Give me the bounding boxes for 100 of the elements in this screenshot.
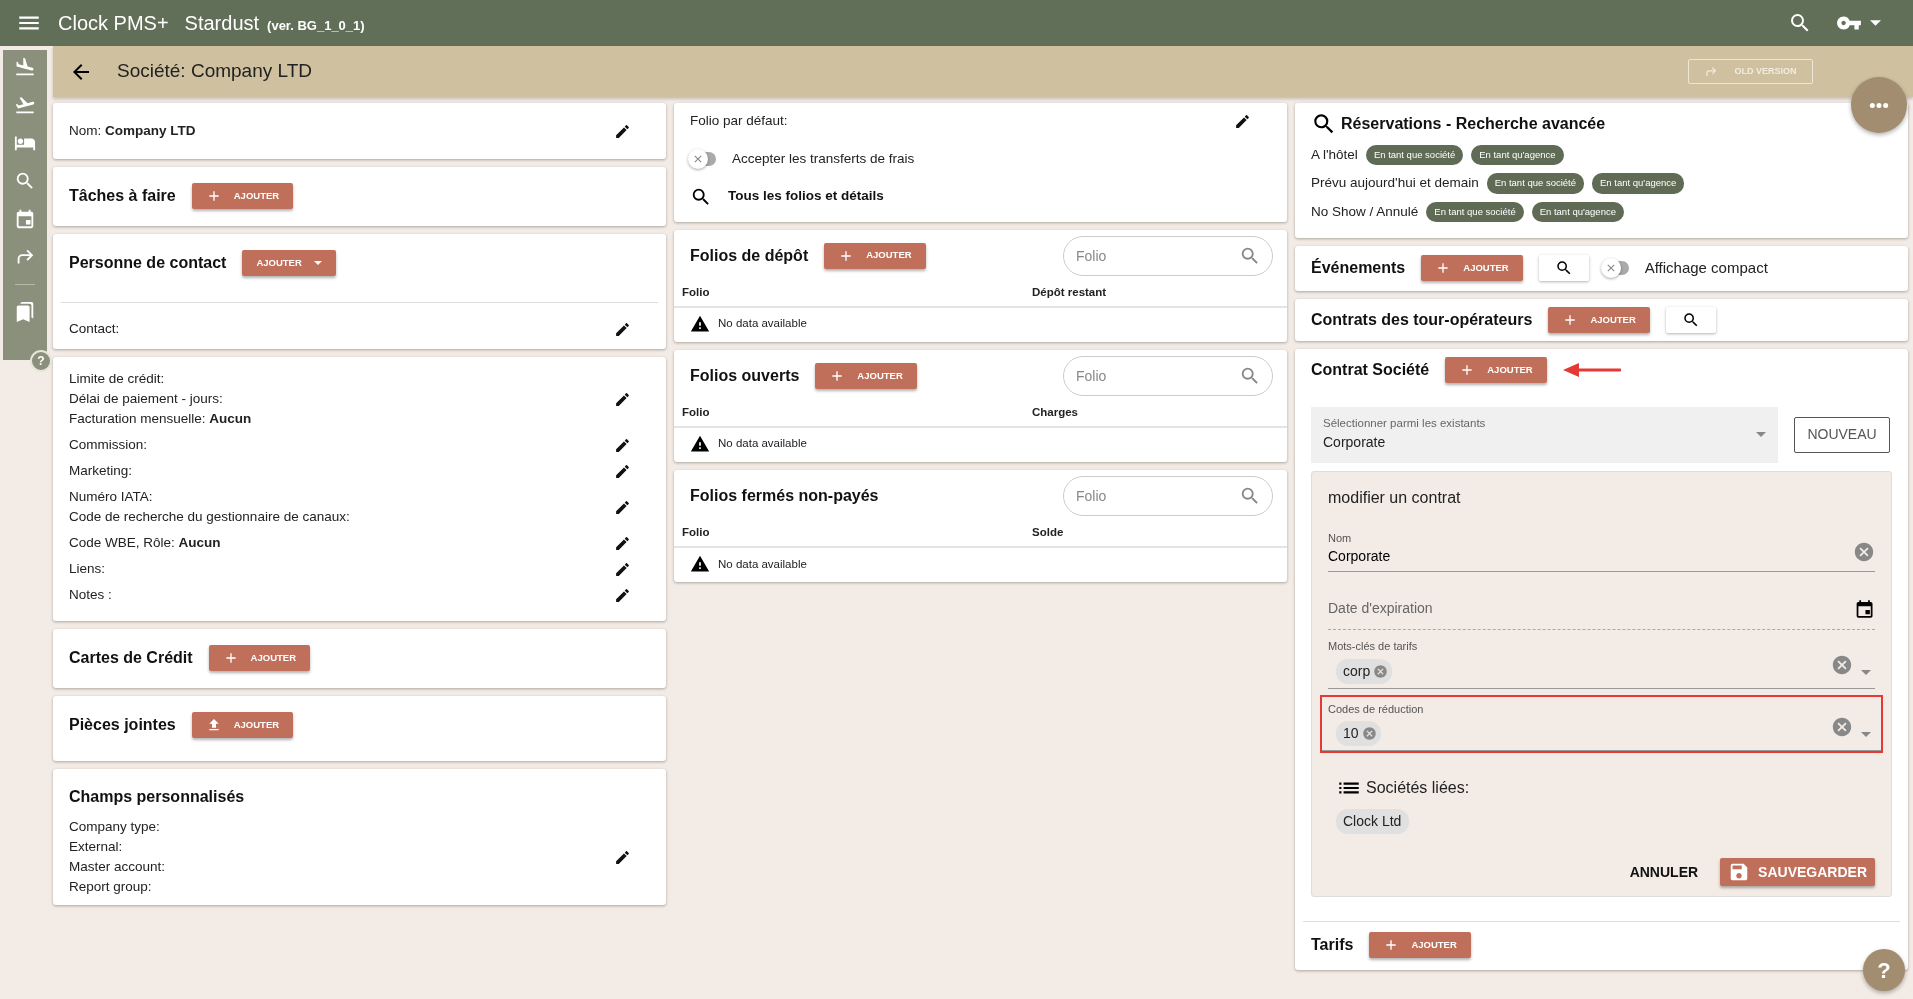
- toggle-label: Accepter les transferts de frais: [732, 150, 915, 169]
- edit-icon[interactable]: [614, 320, 631, 338]
- filter-chip[interactable]: En tant que société: [1426, 201, 1524, 222]
- edit-icon[interactable]: [614, 122, 631, 140]
- add-button[interactable]: AJOUTER: [1421, 255, 1523, 282]
- clear-icon[interactable]: [1831, 716, 1853, 739]
- select-field[interactable]: Sélectionner parmi les existants Corporate: [1311, 406, 1778, 463]
- remove-icon[interactable]: [1361, 726, 1377, 742]
- card-title: Folios fermés non-payés: [690, 486, 879, 506]
- column-header: Folio: [682, 525, 711, 540]
- search-button[interactable]: [1538, 255, 1589, 282]
- default-folio-label: Folio par défaut:: [690, 112, 788, 130]
- card-title: Champs personnalisés: [69, 787, 246, 808]
- search-icon: [1239, 485, 1261, 507]
- help-button[interactable]: ?: [1863, 949, 1905, 991]
- section-title: Sociétés liées:: [1366, 778, 1470, 799]
- version-label: (ver. BG_1_0_1): [267, 17, 365, 35]
- x-icon: [694, 155, 702, 164]
- new-button[interactable]: NOUVEAU: [1794, 416, 1890, 453]
- empty-message: No data available: [718, 556, 807, 572]
- field-value: Corporate: [1323, 433, 1387, 453]
- add-button[interactable]: AJOUTER: [824, 242, 926, 269]
- edit-icon[interactable]: [614, 390, 631, 408]
- search-button[interactable]: [1665, 306, 1716, 333]
- company-chip[interactable]: Clock Ltd: [1336, 809, 1410, 835]
- add-button[interactable]: AJOUTER: [1548, 306, 1650, 333]
- date-field[interactable]: Date d'expiration: [1328, 598, 1854, 620]
- add-button[interactable]: AJOUTER: [1369, 932, 1471, 959]
- field-label: External:: [69, 838, 124, 857]
- search-field[interactable]: Folio: [1063, 476, 1273, 516]
- caret-icon: [313, 261, 322, 265]
- add-button[interactable]: AJOUTER: [191, 712, 294, 739]
- card-title: Réservations - Recherche avancée: [1341, 114, 1606, 134]
- chips-field[interactable]: Codes de réduction 10: [1322, 696, 1881, 752]
- edit-icon[interactable]: [614, 436, 631, 454]
- product-name: Stardust: [184, 11, 260, 36]
- detail-line: Code WBE, Rôle: Aucun: [69, 534, 221, 553]
- edit-icon[interactable]: [1234, 112, 1251, 130]
- warning-icon: [690, 554, 710, 575]
- all-folios-link[interactable]: Tous les folios et détails: [690, 185, 1271, 208]
- arrivals-icon[interactable]: [14, 56, 36, 78]
- add-button[interactable]: AJOUTER: [1445, 356, 1547, 383]
- more-icon: [1869, 101, 1889, 109]
- search-icon: [1681, 310, 1700, 329]
- add-button[interactable]: AJOUTER: [815, 362, 917, 389]
- bookmarks-icon[interactable]: [14, 301, 36, 323]
- caret-icon[interactable]: [1870, 20, 1881, 26]
- column-header: Folio: [682, 284, 711, 300]
- field-label: Nom: [1328, 530, 1353, 546]
- search-field[interactable]: Folio: [1063, 235, 1273, 276]
- card-title: Cartes de Crédit: [69, 648, 193, 669]
- edit-icon[interactable]: [614, 462, 631, 480]
- add-button[interactable]: AJOUTER: [191, 183, 294, 209]
- remove-icon[interactable]: [1373, 663, 1389, 679]
- caret-icon[interactable]: [1861, 732, 1871, 738]
- contact-label: Contact:: [69, 320, 120, 338]
- chip[interactable]: 10: [1336, 721, 1381, 747]
- caret-icon[interactable]: [1861, 669, 1871, 675]
- toggle-switch[interactable]: [1604, 261, 1629, 276]
- column-header: Folio: [682, 404, 711, 420]
- chip[interactable]: corp: [1336, 658, 1393, 684]
- clear-icon[interactable]: [1831, 653, 1853, 676]
- page-title: Société: Company LTD: [117, 59, 313, 84]
- search-icon[interactable]: [14, 170, 36, 192]
- column-header: Solde: [1032, 525, 1064, 540]
- filter-chip[interactable]: En tant qu'agence: [1592, 173, 1685, 194]
- add-button[interactable]: AJOUTER: [208, 645, 310, 672]
- card-title: Contrat Société: [1311, 359, 1430, 380]
- card-title: Personne de contact: [69, 253, 227, 273]
- app-title: Clock PMS+: [58, 11, 169, 36]
- name-input[interactable]: Corporate: [1328, 546, 1853, 568]
- filter-chip[interactable]: En tant que société: [1365, 145, 1464, 166]
- filter-chip[interactable]: En tant qu'agence: [1471, 145, 1564, 166]
- cancel-button[interactable]: ANNULER: [1623, 860, 1705, 884]
- edit-icon[interactable]: [614, 534, 631, 552]
- card-title: Pièces jointes: [69, 715, 176, 736]
- detail-line: Liens:: [69, 560, 106, 579]
- field-label: Sélectionner parmi les existants: [1323, 416, 1487, 432]
- save-button[interactable]: SAUVEGARDER: [1720, 858, 1875, 887]
- help-badge[interactable]: ?: [30, 350, 52, 372]
- detail-line: Facturation mensuelle: Aucun: [69, 410, 252, 429]
- filter-label: A l'hôtel: [1311, 146, 1358, 164]
- detail-line: Code de recherche du gestionnaire de canaux:: [69, 508, 350, 527]
- edit-icon[interactable]: [614, 498, 631, 516]
- field-label: Master account:: [69, 858, 166, 877]
- card-title: Contrats des tour-opérateurs: [1311, 309, 1533, 330]
- clear-icon[interactable]: [1853, 541, 1875, 564]
- company-name: Nom: Company LTD: [69, 121, 196, 140]
- detail-line: Marketing:: [69, 462, 133, 481]
- add-button[interactable]: AJOUTER: [242, 250, 336, 276]
- edit-icon[interactable]: [614, 848, 631, 866]
- edit-icon[interactable]: [614, 586, 631, 604]
- departures-icon[interactable]: [14, 94, 36, 116]
- edit-icon[interactable]: [614, 560, 631, 578]
- panel-title: modifier un contrat: [1328, 487, 1462, 508]
- filter-chip[interactable]: En tant qu'agence: [1531, 201, 1624, 222]
- filter-chip[interactable]: En tant que société: [1486, 173, 1585, 194]
- search-field[interactable]: Folio: [1063, 355, 1273, 396]
- empty-message: No data available: [718, 316, 807, 332]
- chips-field[interactable]: Mots-clés de tarifs corp: [1328, 634, 1875, 689]
